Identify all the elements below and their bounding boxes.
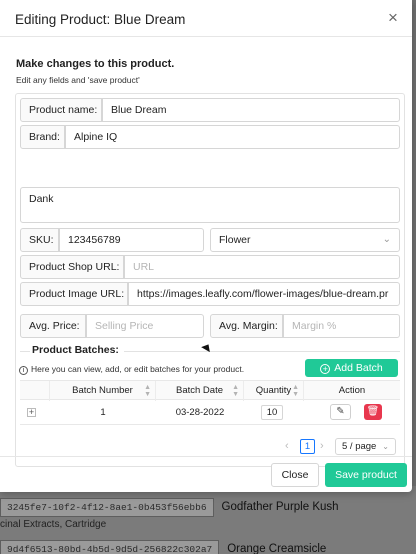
column-header-label: Batch Number: [72, 385, 133, 396]
sort-icon: ▲ ▼: [232, 384, 239, 398]
batches-info: i Here you can view, add, or edit batches…: [19, 364, 244, 375]
background-row-sub: cinal Extracts, Cartridge: [0, 519, 107, 530]
background-row: 3245fe7-10f2-4f12-8ae1-0b453f56ebb6 Godfa…: [0, 498, 339, 517]
quantity-input[interactable]: 10: [261, 405, 283, 420]
avg-margin-label: Avg. Margin:: [210, 314, 283, 338]
modal-body: Make changes to this product. Edit any f…: [0, 37, 412, 467]
avg-margin-input[interactable]: Margin %: [283, 314, 400, 338]
background-row-name: Orange Creamsicle: [227, 543, 327, 554]
trash-icon: 🗑: [366, 406, 380, 417]
sort-icon: ▲ ▼: [144, 384, 151, 398]
info-icon: i: [19, 366, 28, 375]
product-name-label: Product name:: [20, 98, 102, 122]
image-url-label: Product Image URL:: [20, 282, 128, 306]
column-header-action: Action: [304, 381, 400, 401]
expand-row-icon[interactable]: +: [27, 408, 36, 417]
product-name-input[interactable]: Blue Dream: [102, 98, 400, 122]
batches-info-text: Here you can view, add, or edit batches …: [31, 364, 245, 374]
pencil-icon: ✎: [336, 406, 345, 417]
chevron-down-icon: ⌄: [382, 442, 389, 451]
divider-line: [20, 351, 30, 352]
expand-column-header: [20, 381, 50, 401]
modal-lead: Make changes to this product.: [16, 58, 175, 70]
column-header-batch-date[interactable]: Batch Date ▲ ▼: [156, 381, 244, 401]
table-header: Batch Number ▲ ▼ Batch Date ▲ ▼ Quantity ▲…: [20, 380, 400, 401]
prev-page-icon[interactable]: ‹: [285, 439, 295, 453]
description-textarea[interactable]: Dank: [20, 187, 400, 223]
column-header-batch-number[interactable]: Batch Number ▲ ▼: [50, 381, 156, 401]
sku-input[interactable]: 123456789: [59, 228, 204, 252]
column-header-label: Action: [338, 385, 366, 396]
edit-product-modal: Editing Product: Blue Dream × Make chang…: [0, 0, 412, 492]
save-product-button[interactable]: Save product: [325, 463, 407, 487]
background-list: 3245fe7-10f2-4f12-8ae1-0b453f56ebb6 Godfa…: [0, 486, 416, 554]
modal-title: Editing Product: Blue Dream: [15, 12, 186, 27]
avg-price-input[interactable]: Selling Price: [86, 314, 204, 338]
delete-batch-button[interactable]: 🗑: [364, 404, 382, 420]
page-1-button[interactable]: 1: [300, 439, 315, 454]
sku-label: SKU:: [20, 228, 59, 252]
background-row-name: Godfather Purple Kush: [221, 501, 339, 513]
modal-subtitle: Edit any fields and 'save product': [16, 75, 140, 85]
page-size-value: 5 / page: [342, 441, 377, 452]
add-batch-button[interactable]: + Add Batch: [305, 359, 398, 377]
add-batch-label: Add Batch: [334, 362, 383, 374]
batches-table: Batch Number ▲ ▼ Batch Date ▲ ▼ Quantity ▲…: [20, 380, 400, 425]
shop-url-input[interactable]: URL: [124, 255, 400, 279]
close-button[interactable]: Close: [271, 463, 319, 487]
chevron-down-icon: ⌄: [382, 234, 391, 245]
category-select[interactable]: Flower ⌄: [210, 228, 400, 252]
close-icon[interactable]: ×: [384, 9, 402, 27]
batches-title: Product Batches:: [32, 344, 119, 356]
edit-batch-button[interactable]: ✎: [330, 404, 351, 420]
category-select-value: Flower: [219, 234, 251, 246]
batch-number-cell: 1: [100, 407, 106, 418]
product-form-card: Product name: Blue Dream Brand: Alpine I…: [15, 93, 405, 467]
column-header-label: Quantity: [255, 385, 292, 396]
background-row: 9d4f6513-80bd-4b5d-9d5d-256822c302a7 Oran…: [0, 540, 326, 554]
avg-price-label: Avg. Price:: [20, 314, 86, 338]
column-header-label: Batch Date: [176, 385, 223, 396]
shop-url-label: Product Shop URL:: [20, 255, 124, 279]
divider-line: [124, 351, 400, 352]
modal-footer: Close Save product: [0, 456, 412, 492]
brand-input[interactable]: Alpine IQ: [65, 125, 400, 149]
modal-header: Editing Product: Blue Dream ×: [0, 0, 412, 37]
background-row-id: 3245fe7-10f2-4f12-8ae1-0b453f56ebb6: [0, 498, 214, 517]
table-row: + 1 03-28-2022 10 ✎ 🗑: [20, 400, 400, 425]
background-row-id: 9d4f6513-80bd-4b5d-9d5d-256822c302a7: [0, 540, 220, 554]
batch-date-cell: 03-28-2022: [175, 407, 225, 418]
column-header-quantity[interactable]: Quantity ▲ ▼: [244, 381, 304, 401]
sort-icon: ▲ ▼: [292, 384, 299, 398]
next-page-icon[interactable]: ›: [320, 439, 330, 453]
plus-circle-icon: +: [320, 364, 331, 374]
page-size-select[interactable]: 5 / page ⌄: [335, 438, 396, 455]
image-url-input[interactable]: https://images.leafly.com/flower-images/…: [128, 282, 400, 306]
brand-label: Brand:: [20, 125, 65, 149]
